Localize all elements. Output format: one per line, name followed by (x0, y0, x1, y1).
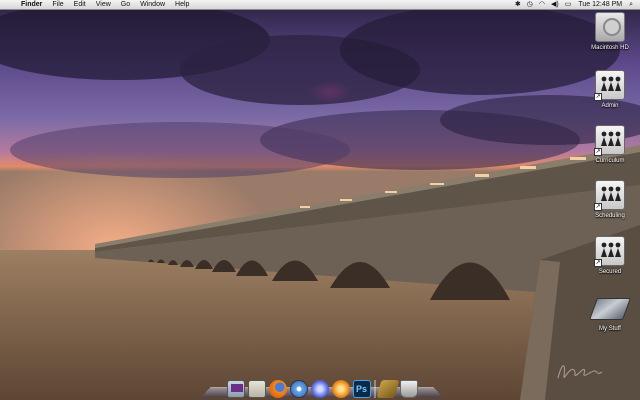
desktop-icon-label: Admin (601, 103, 619, 109)
desktop-icon-secured[interactable]: ↗ Secured (586, 236, 634, 275)
time-machine-icon[interactable]: ◷ (524, 0, 536, 10)
folder-icon (588, 298, 632, 320)
photographer-signature (557, 365, 603, 379)
desktop-icon-label: My Stuff (599, 326, 621, 332)
bluetooth-icon[interactable]: ✱ (512, 0, 524, 10)
dock-separator (373, 380, 376, 398)
menu-bar: Finder File Edit View Go Window Help ✱ ◷… (0, 0, 640, 10)
dock: Ps (212, 370, 432, 398)
alias-arrow-icon: ↗ (594, 93, 602, 101)
desktop-icon-my-stuff[interactable]: My Stuff (586, 298, 634, 332)
network-drive-icon: ↗ (594, 70, 625, 101)
desktop-icon-scheduling[interactable]: ↗ Scheduling (586, 180, 634, 219)
menu-go[interactable]: Go (116, 0, 135, 10)
imac-icon[interactable] (226, 380, 245, 398)
desktop-icon-label: Secured (598, 269, 622, 275)
alias-arrow-icon: ↗ (594, 148, 602, 156)
wifi-icon[interactable]: ◠ (536, 0, 548, 10)
folder-icon[interactable] (376, 380, 399, 398)
network-drive-icon: ↗ (594, 180, 625, 211)
menubar-clock[interactable]: Tue 12:48 PM (574, 0, 626, 10)
network-drive-icon: ↗ (594, 236, 625, 267)
network-drive-icon: ↗ (594, 125, 625, 156)
cyberduck-icon[interactable] (331, 380, 350, 398)
menu-view[interactable]: View (91, 0, 116, 10)
desktop-icon-label: Scheduling (595, 213, 625, 219)
alias-arrow-icon: ↗ (594, 259, 602, 267)
menu-file[interactable]: File (47, 0, 68, 10)
trash-icon[interactable] (399, 380, 418, 398)
hard-drive-icon (595, 12, 625, 42)
battery-icon[interactable]: ▭ (562, 0, 575, 10)
itunes-icon[interactable] (310, 380, 329, 398)
photoshop-icon[interactable]: Ps (352, 380, 371, 398)
preview-icon[interactable] (247, 380, 266, 398)
desktop-icon-label: Curriculum (595, 158, 625, 164)
desktop-wallpaper (0, 0, 640, 400)
menu-finder[interactable]: Finder (16, 0, 47, 10)
menu-window[interactable]: Window (135, 0, 170, 10)
alias-arrow-icon: ↗ (594, 203, 602, 211)
firefox-icon[interactable] (268, 380, 287, 398)
safari-icon[interactable] (289, 380, 308, 398)
menubar-status-area: ✱ ◷ ◠ ◀) ▭ Tue 12:48 PM ⌕ (512, 0, 640, 10)
volume-icon[interactable]: ◀) (548, 0, 562, 10)
desktop-icon-curriculum[interactable]: ↗ Curriculum (586, 125, 634, 164)
desktop-icon-label: Macintosh HD (591, 45, 629, 51)
spotlight-icon[interactable]: ⌕ (626, 0, 636, 10)
menu-edit[interactable]: Edit (69, 0, 91, 10)
menu-help[interactable]: Help (170, 0, 194, 10)
desktop-icon-macintosh-hd[interactable]: Macintosh HD (586, 12, 634, 51)
desktop-icon-admin[interactable]: ↗ Admin (586, 70, 634, 109)
